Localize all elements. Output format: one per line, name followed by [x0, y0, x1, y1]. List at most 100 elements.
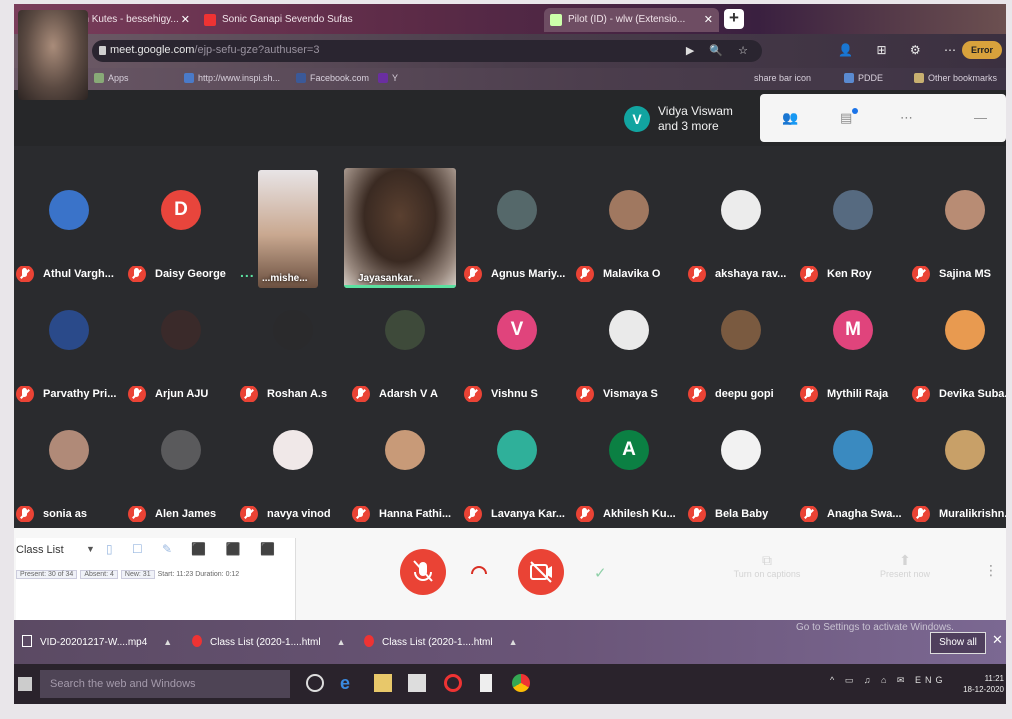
download-item[interactable]: Class List (2020-1....html ▲ — [192, 635, 346, 648]
participant-name: Parvathy Pri... — [16, 386, 128, 402]
participant-avatar — [273, 310, 313, 350]
captions-button[interactable]: ⧉ Turn on captions — [732, 552, 802, 579]
bookmark-link[interactable]: http://www.inspi.sh... — [184, 73, 280, 83]
microphone-off-button[interactable] — [400, 549, 446, 595]
participant-tile[interactable]: Devika Suba... — [912, 304, 1006, 422]
chat-dot-icon — [852, 108, 858, 114]
close-icon[interactable]: ✕ — [992, 632, 1003, 648]
close-tab-icon[interactable]: ✕ — [181, 13, 190, 26]
participant-tile[interactable]: deepu gopi — [688, 304, 800, 422]
call-controls-bar: Class List ▼ ▯ ☐ ✎ ⬛ ⬛ ⬛ Present: 30 of … — [14, 528, 1006, 620]
video-tile-name: Jayasankar... — [358, 273, 421, 284]
participant-tile[interactable]: D Daisy George — [128, 184, 240, 302]
close-tab-icon[interactable]: ✕ — [704, 13, 713, 26]
activities-icon[interactable]: ⋯ — [900, 110, 914, 125]
participant-name: Akhilesh Ku... — [576, 506, 688, 522]
language-indicator[interactable]: ENG — [915, 675, 947, 685]
participant-avatar — [609, 310, 649, 350]
participant-tile[interactable]: V Vishnu S — [464, 304, 576, 422]
bookmarks-bar: Apps http://www.inspi.sh... Facebook.com… — [14, 68, 1006, 90]
participant-name: sonia as — [16, 506, 128, 522]
participant-tile[interactable]: sonia as — [16, 424, 128, 542]
participant-name: deepu gopi — [688, 386, 800, 402]
file-explorer-icon[interactable] — [374, 674, 392, 692]
file-icon — [364, 635, 374, 647]
chrome-icon[interactable] — [512, 674, 530, 692]
participant-tile[interactable]: Alen James — [128, 424, 240, 542]
participant-tile[interactable]: Arjun AJU — [128, 304, 240, 422]
bookmark-pdde[interactable]: PDDE — [844, 73, 883, 83]
notepad-icon[interactable] — [480, 674, 492, 692]
extension-icons[interactable]: 👤 ⊞ ⚙ ⋯ — [838, 43, 966, 57]
mic-muted-icon — [16, 266, 34, 282]
class-list-title[interactable]: Class List — [16, 544, 64, 556]
opera-icon[interactable] — [444, 674, 462, 692]
store-icon[interactable] — [408, 674, 426, 692]
participant-tile[interactable]: Ken Roy — [800, 184, 912, 302]
participant-tile[interactable]: M Mythili Raja — [800, 304, 912, 422]
participant-name: Vishnu S — [464, 386, 576, 402]
presenter-avatar: V — [624, 106, 650, 132]
participant-name: Mythili Raja — [800, 386, 912, 402]
clock-time: 11:21 — [984, 674, 1004, 683]
minimize-icon[interactable]: — — [974, 110, 988, 125]
omnibox-action-icons[interactable]: ▶ 🔍 ☆ — [686, 44, 754, 57]
edge-icon[interactable]: e — [340, 674, 358, 692]
participant-tile[interactable]: navya vinod — [240, 424, 352, 542]
participant-tile[interactable]: Adarsh V A — [352, 304, 464, 422]
hang-up-button[interactable] — [471, 566, 487, 574]
chevron-down-icon[interactable]: ▼ — [86, 544, 95, 554]
profile-error-button[interactable]: Error — [962, 41, 1002, 59]
participant-tile[interactable]: Muralikrishn... — [912, 424, 1006, 542]
participant-tile[interactable]: Athul Vargh... — [16, 184, 128, 302]
task-view-icon[interactable] — [306, 674, 324, 692]
participant-tile[interactable]: Bela Baby — [688, 424, 800, 542]
class-list-tool-icons[interactable]: ▯ ☐ ✎ ⬛ ⬛ ⬛ — [106, 542, 283, 556]
bookmark-other[interactable]: Other bookmarks — [914, 73, 997, 83]
participant-avatar — [833, 430, 873, 470]
browser-tab-3[interactable]: Pilot (ID) - wlw (Extensio... ✕ — [544, 8, 719, 32]
participant-tile[interactable]: Malavika O — [576, 184, 688, 302]
url-path: /ejp-sefu-gze?authuser=3 — [194, 44, 320, 56]
participant-avatar — [609, 190, 649, 230]
participant-name-label: Mythili Raja — [827, 388, 889, 400]
participant-tile[interactable]: Agnus Mariy... — [464, 184, 576, 302]
participant-avatar — [721, 190, 761, 230]
participant-tile[interactable]: Parvathy Pri... — [16, 304, 128, 422]
video-tile[interactable]: ...mishe... — [258, 170, 318, 288]
participant-name: navya vinod — [240, 506, 352, 522]
camera-off-button[interactable] — [518, 549, 564, 595]
mic-muted-icon — [912, 386, 930, 402]
participant-tile[interactable]: Lavanya Kar... — [464, 424, 576, 542]
taskbar-search-box[interactable]: Search the web and Windows — [40, 670, 290, 698]
participant-tile[interactable]: Hanna Fathi... — [352, 424, 464, 542]
participant-tile[interactable]: Anagha Swa... — [800, 424, 912, 542]
participant-tile[interactable]: Vismaya S — [576, 304, 688, 422]
mic-off-icon — [413, 560, 433, 582]
bookmark-share[interactable]: share bar icon — [754, 73, 811, 83]
bookmark-apps[interactable]: Apps — [94, 73, 129, 83]
browser-tab-2[interactable]: Sonic Ganapi Sevendo Sufas — [198, 8, 368, 32]
participant-name: Malavika O — [576, 266, 688, 282]
participant-name-label: sonia as — [43, 508, 88, 520]
participant-name: Sajina MS — [912, 266, 1006, 282]
people-icon[interactable]: 👥 — [782, 110, 798, 125]
participant-name: Arjun AJU — [128, 386, 240, 402]
more-options-icon[interactable]: ⋮ — [984, 562, 998, 579]
taskbar-clock[interactable]: 11:21 18-12-2020 — [963, 673, 1004, 695]
windows-start-icon[interactable] — [18, 677, 32, 691]
participant-tile[interactable]: A Akhilesh Ku... — [576, 424, 688, 542]
bookmark-facebook[interactable]: Facebook.com — [296, 73, 369, 83]
participant-tile[interactable]: akshaya rav... — [688, 184, 800, 302]
new-tab-button[interactable]: + — [724, 9, 744, 29]
video-tile-speaking[interactable]: Jayasankar... — [344, 168, 456, 288]
participant-tile[interactable]: Roshan A.s — [240, 304, 352, 422]
bookmark-yahoo[interactable]: Y — [378, 73, 398, 83]
address-bar[interactable]: meet.google.com/ejp-sefu-gze?authuser=3 … — [92, 40, 762, 62]
participant-tile[interactable]: Sajina MS — [912, 184, 1006, 302]
present-now-button[interactable]: ⬆ Present now — [870, 552, 940, 579]
download-item[interactable]: Class List (2020-1....html ▲ — [364, 635, 518, 648]
participant-name: Bela Baby — [688, 506, 800, 522]
show-all-button[interactable]: Show all — [930, 632, 986, 654]
download-item[interactable]: VID-20201217-W....mp4 ▲ — [22, 635, 172, 648]
